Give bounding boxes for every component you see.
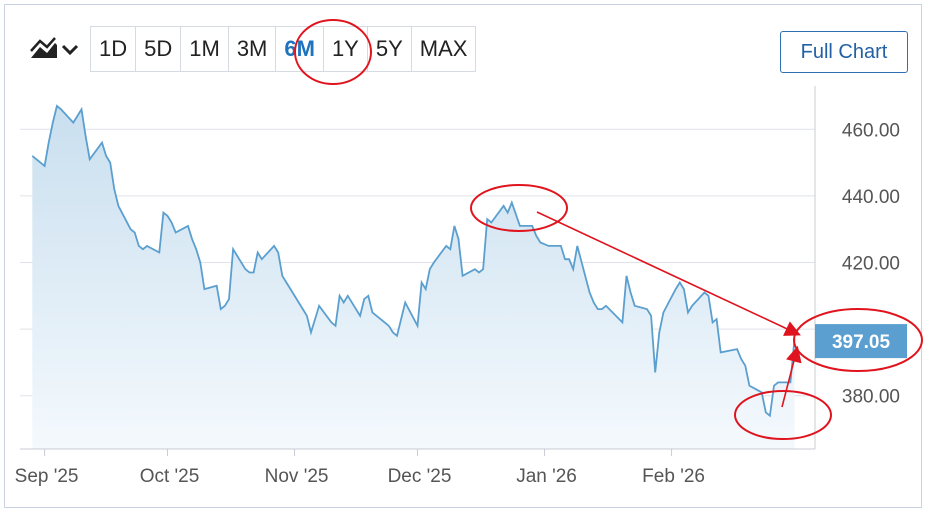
y-tick-label: 440.00: [842, 187, 900, 208]
x-tick-label: Oct '25: [140, 466, 200, 487]
y-tick-label: 460.00: [842, 120, 900, 141]
y-tick-label: 420.00: [842, 254, 900, 275]
last-price-tag: 397.05: [815, 324, 907, 359]
price-area-fill: [32, 106, 795, 449]
x-tick-label: Sep '25: [15, 466, 79, 487]
price-chart: 460.00 440.00 420.00 380.00 Sep '25 Oct '25 No…: [15, 19, 923, 487]
x-tick-label: Jan '26: [516, 466, 577, 487]
y-tick-label: 380.00: [842, 387, 900, 408]
highlight-circle-6m: [294, 19, 372, 85]
x-tick-label: Dec '25: [388, 466, 452, 487]
last-price-label: 397.05: [832, 332, 891, 353]
x-tick-label: Nov '25: [265, 466, 329, 487]
x-tick-label: Feb '26: [642, 466, 705, 487]
